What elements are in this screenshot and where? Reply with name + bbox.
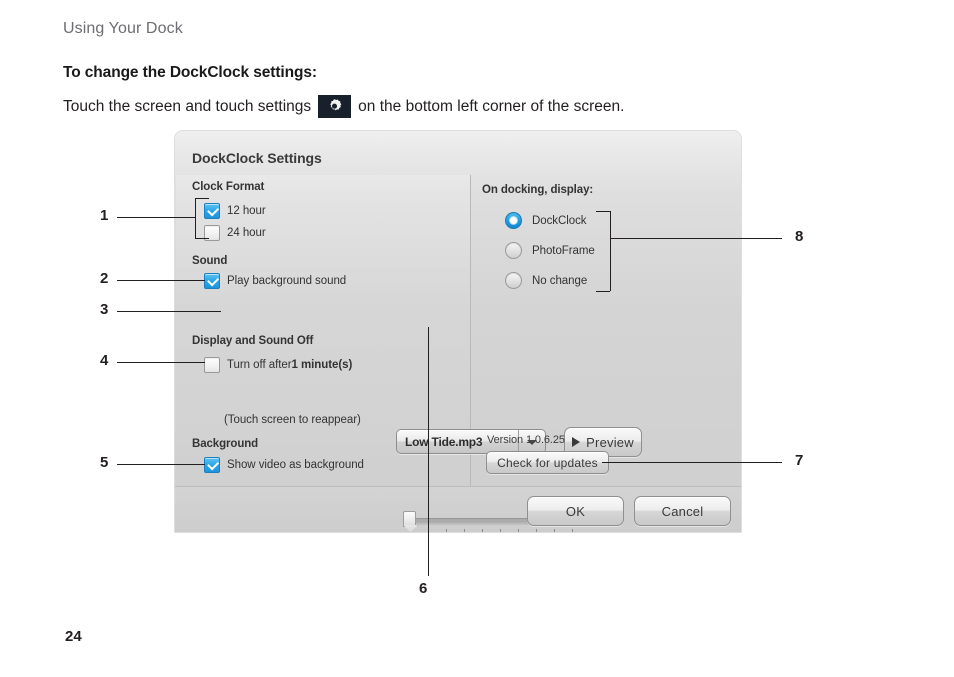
callout-number-6: 6	[419, 580, 428, 597]
on-docking-display-label: On docking, display:	[482, 184, 594, 196]
callout-number-5: 5	[100, 454, 109, 471]
callout-line-7	[602, 462, 782, 463]
callout-number-8: 8	[795, 228, 804, 245]
turn-off-prefix: Turn off after	[227, 359, 292, 371]
callout-bracket-1	[195, 198, 196, 238]
radio-photoframe[interactable]	[505, 242, 522, 259]
callout-line-1	[117, 217, 195, 218]
slider-tick	[518, 529, 519, 532]
preview-button-label: Preview	[586, 434, 634, 450]
slider-hint: (Touch screen to reappear)	[224, 414, 361, 426]
callout-line-4	[117, 362, 205, 363]
checkbox-12-hour[interactable]	[204, 203, 220, 219]
label-show-video-as-background: Show video as background	[227, 459, 364, 471]
callout-bracket-8-bottom	[596, 291, 610, 292]
display-sound-off-label: Display and Sound Off	[192, 335, 314, 347]
radio-dockclock[interactable]	[505, 212, 522, 229]
ok-button-label: OK	[565, 503, 586, 519]
slider-tick	[572, 529, 573, 532]
label-24-hour: 24 hour	[227, 227, 266, 239]
check-for-updates-label: Check for updates	[497, 455, 598, 470]
slider-tick	[446, 529, 447, 532]
slider-tick	[500, 529, 501, 532]
callout-number-3: 3	[100, 301, 109, 318]
checkbox-show-video-as-background[interactable]	[204, 457, 220, 473]
label-play-background-sound: Play background sound	[227, 275, 347, 287]
slider-tick	[536, 529, 537, 532]
clock-format-label: Clock Format	[192, 181, 265, 193]
slider-tick	[554, 529, 555, 532]
background-label: Background	[192, 438, 259, 450]
running-head: Using Your Dock	[63, 20, 183, 37]
callout-line-8	[610, 238, 782, 239]
callout-line-5	[117, 464, 205, 465]
checkbox-turn-off-after[interactable]	[204, 357, 220, 373]
label-photoframe: PhotoFrame	[532, 245, 595, 257]
callout-number-1: 1	[100, 207, 109, 224]
ok-button[interactable]: OK	[527, 496, 624, 526]
cancel-button[interactable]: Cancel	[634, 496, 731, 526]
label-dockclock: DockClock	[532, 215, 587, 227]
callout-line-3	[117, 311, 221, 312]
page-title: To change the DockClock settings:	[63, 64, 317, 81]
check-for-updates-button[interactable]: Check for updates	[486, 451, 609, 474]
callout-bracket-1-bottom	[195, 238, 209, 239]
slider-tick	[482, 529, 483, 532]
label-no-change: No change	[532, 275, 588, 287]
label-turn-off-after: Turn off after1 minute(s)	[227, 359, 352, 371]
callout-bracket-8-top	[596, 211, 610, 212]
instruction-line: Touch the screen and touch settings on t…	[63, 95, 624, 118]
callout-number-4: 4	[100, 352, 109, 369]
version-text: Version 1.0.6.25	[487, 434, 565, 446]
callout-line-6	[428, 327, 429, 576]
radio-no-change[interactable]	[505, 272, 522, 289]
dockclock-settings-dialog: DockClock Settings Clock Format 12 hour …	[175, 131, 741, 532]
callout-number-2: 2	[100, 270, 109, 287]
sound-track-value: Low Tide.mp3	[405, 435, 483, 449]
instruction-text-before: Touch the screen and touch settings	[63, 97, 312, 115]
turn-off-slider-thumb[interactable]	[403, 511, 416, 527]
checkbox-play-background-sound[interactable]	[204, 273, 220, 289]
slider-tick	[464, 529, 465, 532]
play-triangle-icon	[572, 437, 581, 447]
callout-line-2	[117, 280, 205, 281]
dialog-title: DockClock Settings	[192, 150, 322, 166]
callout-number-7: 7	[795, 452, 804, 469]
page-number: 24	[65, 628, 82, 645]
callout-bracket-8	[610, 211, 611, 291]
sound-label: Sound	[192, 255, 228, 267]
cancel-button-label: Cancel	[661, 503, 704, 519]
gear-icon	[318, 95, 352, 118]
turn-off-value: 1 minute(s)	[291, 359, 353, 371]
callout-bracket-1-top	[195, 198, 209, 199]
instruction-text-after: on the bottom left corner of the screen.	[358, 97, 625, 115]
label-12-hour: 12 hour	[227, 205, 266, 217]
